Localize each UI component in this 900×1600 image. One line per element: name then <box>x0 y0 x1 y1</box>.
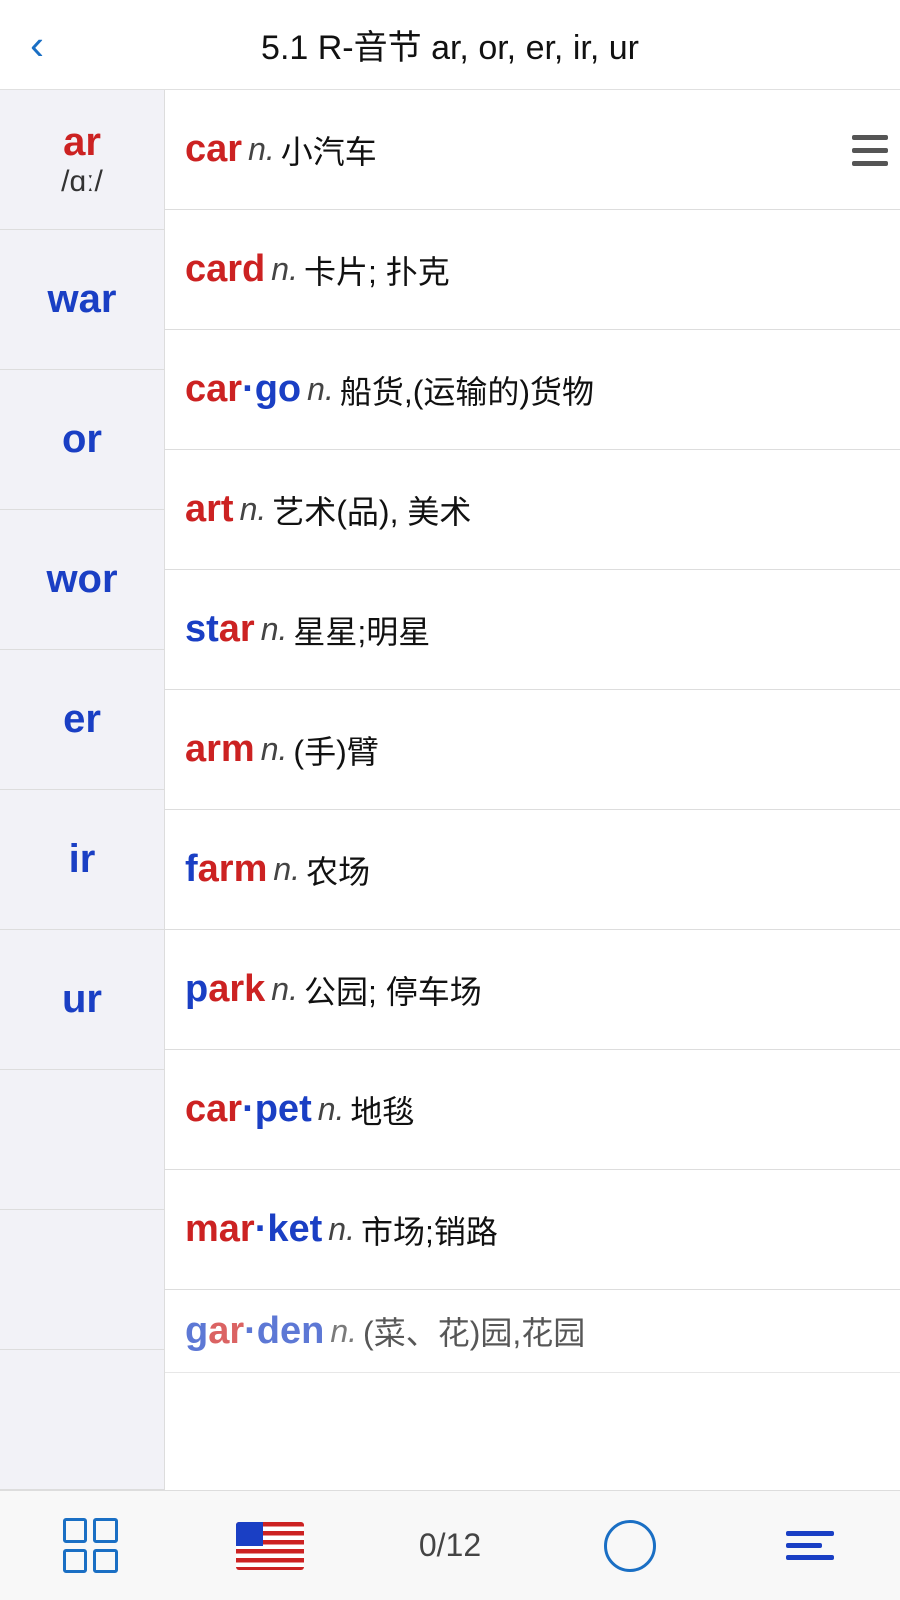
word-row-cargo[interactable]: car·go n. 船货,(运输的)货物 <box>165 330 900 450</box>
page-title: 5.1 R-音节 ar, or, er, ir, ur <box>261 20 639 69</box>
back-button[interactable]: ‹ <box>30 21 44 69</box>
word-art-def: 艺术(品), 美术 <box>272 487 471 533</box>
word-row-park[interactable]: park n. 公园; 停车场 <box>165 930 900 1050</box>
word-art: art <box>185 488 234 531</box>
sidebar-item-ar[interactable]: ar /ɑː/ <box>0 90 164 230</box>
word-market-prefix: mar <box>185 1208 255 1251</box>
word-count: 0/12 <box>419 1527 481 1564</box>
main-content: ar /ɑː/ war or wor er ir ur car n. 小汽车 <box>0 90 900 1490</box>
word-market-suffix: ·ket <box>255 1208 323 1251</box>
sidebar-item-wor[interactable]: wor <box>0 510 164 650</box>
word-market-def: 市场;销路 <box>361 1207 498 1253</box>
word-carpet-prefix: car <box>185 1088 242 1131</box>
word-star-def: 星星;明星 <box>293 607 430 653</box>
word-card-def: 卡片; 扑克 <box>304 247 450 293</box>
word-row-garden[interactable]: gar·den n. (菜、花)园,花园 <box>165 1290 900 1373</box>
word-row-carpet[interactable]: car·pet n. 地毯 <box>165 1050 900 1170</box>
sidebar-item-blank2 <box>0 1210 164 1350</box>
hamburger-line-1 <box>786 1531 834 1536</box>
sidebar-item-or[interactable]: or <box>0 370 164 510</box>
sidebar-phonetic-ar: /ɑː/ <box>61 165 103 199</box>
sidebar-item-blank1 <box>0 1070 164 1210</box>
word-cargo-suffix: ·go <box>242 368 301 411</box>
word-row-art[interactable]: art n. 艺术(品), 美术 <box>165 450 900 570</box>
word-garden-def: (菜、花)园,花园 <box>363 1308 585 1354</box>
word-cargo-def: 船货,(运输的)货物 <box>340 367 594 413</box>
flag-canton <box>236 1522 263 1547</box>
word-art-pos: n. <box>240 491 267 528</box>
circle-icon <box>604 1520 656 1572</box>
menu-icon[interactable] <box>840 90 900 210</box>
nav-count-display: 0/12 <box>360 1527 540 1564</box>
sidebar: ar /ɑː/ war or wor er ir ur <box>0 90 165 1490</box>
menu-line-2 <box>852 148 888 153</box>
nav-menu-button[interactable] <box>720 1531 900 1560</box>
word-arm-pos: n. <box>261 731 288 768</box>
word-carpet-suffix: ·pet <box>242 1088 312 1131</box>
sidebar-item-blank3 <box>0 1350 164 1490</box>
word-row-arm[interactable]: arm n. (手)臂 <box>165 690 900 810</box>
word-cargo-prefix: car <box>185 368 242 411</box>
sidebar-label-ar: ar <box>63 120 101 165</box>
word-row-card[interactable]: card n. 卡片; 扑克 <box>165 210 900 330</box>
word-garden-prefix: g <box>185 1310 208 1353</box>
sidebar-item-war[interactable]: war <box>0 230 164 370</box>
word-park-pos: n. <box>271 971 298 1008</box>
word-garden-pos: n. <box>330 1313 357 1350</box>
bottom-nav: 0/12 <box>0 1490 900 1600</box>
menu-lines-icon <box>852 135 888 166</box>
menu-line-1 <box>852 135 888 140</box>
word-car-def: 小汽车 <box>281 127 377 173</box>
hamburger-line-2 <box>786 1543 822 1548</box>
word-car-pos: n. <box>248 131 275 168</box>
grid-cell-4 <box>93 1549 118 1574</box>
word-cargo-pos: n. <box>307 371 334 408</box>
word-arm-def: (手)臂 <box>293 727 378 773</box>
word-arm: arm <box>185 728 255 771</box>
word-farm-def: 农场 <box>306 847 370 893</box>
word-garden-suffix: ·den <box>244 1310 324 1353</box>
sidebar-item-ir[interactable]: ir <box>0 790 164 930</box>
word-star-prefix: st <box>185 608 219 651</box>
word-row-star[interactable]: star n. 星星;明星 <box>165 570 900 690</box>
nav-grid-button[interactable] <box>0 1518 180 1573</box>
word-card: card <box>185 248 265 291</box>
word-card-pos: n. <box>271 251 298 288</box>
grid-icon <box>63 1518 118 1573</box>
grid-cell-1 <box>63 1518 88 1543</box>
word-row-market[interactable]: mar·ket n. 市场;销路 <box>165 1170 900 1290</box>
word-carpet-def: 地毯 <box>350 1087 414 1133</box>
word-market-pos: n. <box>328 1211 355 1248</box>
word-garden-middle: ar <box>208 1310 244 1353</box>
word-carpet-pos: n. <box>318 1091 345 1128</box>
word-park-middle: ark <box>208 968 265 1011</box>
word-farm-prefix: f <box>185 848 198 891</box>
sidebar-item-er[interactable]: er <box>0 650 164 790</box>
flag-icon <box>236 1522 304 1570</box>
word-farm-pos: n. <box>273 851 300 888</box>
hamburger-icon <box>786 1531 834 1560</box>
grid-cell-2 <box>93 1518 118 1543</box>
nav-flag-button[interactable] <box>180 1522 360 1570</box>
header: ‹ 5.1 R-音节 ar, or, er, ir, ur <box>0 0 900 90</box>
word-star-pos: n. <box>261 611 288 648</box>
word-row-car[interactable]: car n. 小汽车 <box>165 90 900 210</box>
word-star-middle: ar <box>219 608 255 651</box>
word-list: car n. 小汽车 card n. 卡片; 扑克 car·go n. 船货,(… <box>165 90 900 1490</box>
word-park-def: 公园; 停车场 <box>304 967 482 1013</box>
word-row-farm[interactable]: farm n. 农场 <box>165 810 900 930</box>
sidebar-item-ur[interactable]: ur <box>0 930 164 1070</box>
nav-circle-button[interactable] <box>540 1520 720 1572</box>
hamburger-line-3 <box>786 1555 834 1560</box>
word-farm-middle: arm <box>198 848 268 891</box>
word-car: car <box>185 128 242 171</box>
word-park-prefix: p <box>185 968 208 1011</box>
grid-cell-3 <box>63 1549 88 1574</box>
menu-line-3 <box>852 161 888 166</box>
